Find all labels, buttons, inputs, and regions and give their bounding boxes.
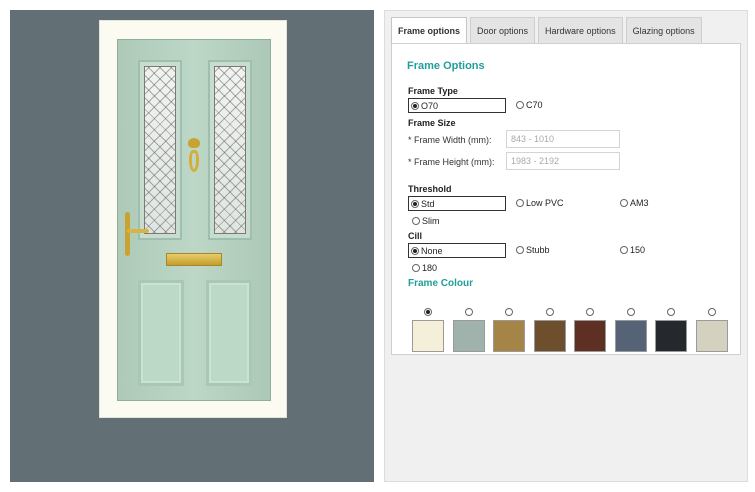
lower-panel-left [138,280,184,386]
tab-glazing-options[interactable]: Glazing options [625,17,702,43]
frame-type-option-c70[interactable]: C70 [516,100,543,110]
cill-label: Cill [408,231,423,241]
cill-option-180[interactable]: 180 [412,263,437,273]
radio-icon [516,246,524,254]
radio-icon [516,101,524,109]
radio-icon[interactable] [586,308,594,316]
frame-colour-swatch[interactable] [655,320,687,352]
threshold-option-label: Slim [422,216,440,226]
door-image [117,39,271,401]
frame-size-label: Frame Size [408,118,456,128]
threshold-option-label: AM3 [630,198,649,208]
frame-type-label: Frame Type [408,86,458,96]
cill-option-150[interactable]: 150 [620,245,645,255]
frame-height-label: * Frame Height (mm): [408,157,495,167]
options-panel: Frame options Door options Hardware opti… [384,10,748,482]
frame-colour-swatch[interactable] [615,320,647,352]
options-tabs: Frame options Door options Hardware opti… [391,17,702,43]
frame-colour-swatch[interactable] [493,320,525,352]
cill-option-none[interactable]: None [408,243,506,258]
frame-type-option-label: C70 [526,100,543,110]
radio-icon [411,101,419,110]
threshold-option-label: Low PVC [526,198,564,208]
radio-icon[interactable] [505,308,513,316]
frame-colour-swatch[interactable] [696,320,728,352]
door-preview [10,10,374,482]
radio-icon[interactable] [627,308,635,316]
radio-icon [412,217,420,225]
cill-option-label: 180 [422,263,438,273]
cill-option-stubb[interactable]: Stubb [516,245,550,255]
frame-colour-swatch[interactable] [534,320,566,352]
frame-width-input[interactable]: 843 - 1010 [506,130,620,148]
threshold-option-low-pvc[interactable]: Low PVC [516,198,564,208]
radio-icon[interactable] [667,308,675,316]
frame-colour-swatch[interactable] [574,320,606,352]
frame-options-title: Frame Options [407,60,485,72]
threshold-option-label: Std [421,198,435,209]
radio-icon [411,199,419,208]
cill-option-label: None [421,245,443,256]
radio-icon [620,199,628,207]
threshold-option-am3[interactable]: AM3 [620,198,649,208]
lower-panel-right [206,280,252,386]
frame-colour-swatch[interactable] [453,320,485,352]
threshold-option-slim[interactable]: Slim [412,216,440,226]
frame-colour-title: Frame Colour [408,278,474,289]
tab-frame-options[interactable]: Frame options [391,17,468,43]
door-handle-icon [125,212,149,256]
leaded-glass-pattern [214,66,246,234]
letterbox-icon [166,253,222,266]
radio-icon[interactable] [546,308,554,316]
frame-type-option-o70[interactable]: O70 [408,98,506,113]
radio-icon [411,246,419,255]
glass-panel-right [208,60,252,240]
radio-icon[interactable] [424,308,432,316]
frame-options-content: Frame Options Frame Type O70 C70 Frame S… [391,43,741,355]
leaded-glass-pattern [144,66,176,234]
door-knocker-icon [188,138,200,176]
radio-icon[interactable] [465,308,473,316]
door-frame-image [99,20,287,418]
radio-icon[interactable] [708,308,716,316]
cill-option-label: Stubb [526,245,550,255]
radio-icon [516,199,524,207]
frame-type-option-label: O70 [421,100,439,111]
tab-hardware-options[interactable]: Hardware options [538,17,623,43]
threshold-option-std[interactable]: Std [408,196,506,211]
frame-height-input[interactable]: 1983 - 2192 [506,152,620,170]
threshold-label: Threshold [408,184,452,194]
frame-colour-swatch[interactable] [412,320,444,352]
cill-option-label: 150 [630,245,646,255]
tab-door-options[interactable]: Door options [470,17,536,43]
radio-icon [620,246,628,254]
radio-icon [412,264,420,272]
frame-width-label: * Frame Width (mm): [408,135,492,145]
